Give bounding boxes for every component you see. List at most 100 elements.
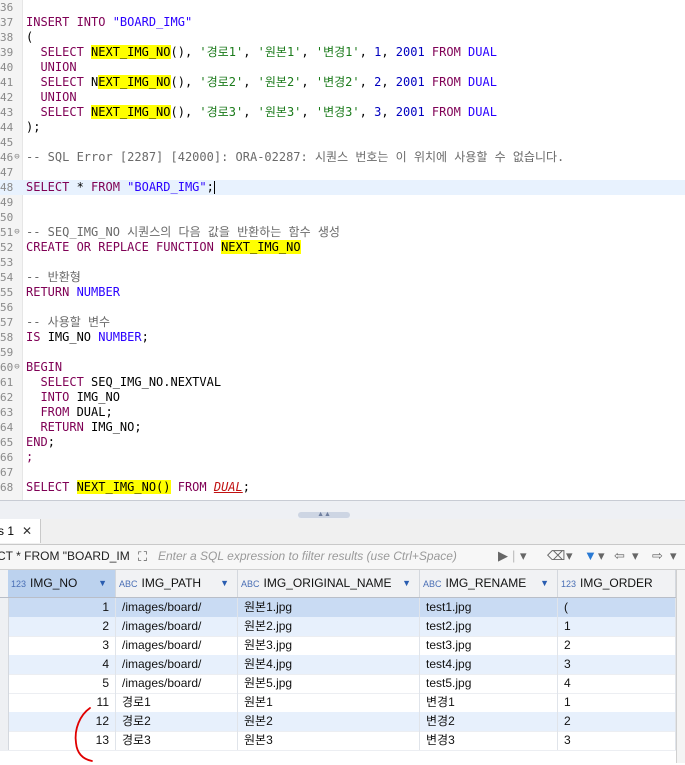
code-line[interactable]: 47 <box>0 165 685 180</box>
table-cell[interactable]: 1 <box>8 598 116 617</box>
code-line[interactable]: 51 ⊖ -- SEQ_IMG_NO 시퀀스의 다음 값을 반환하는 함수 생성 <box>0 225 685 240</box>
table-cell[interactable]: test2.jpg <box>420 617 558 636</box>
table-cell[interactable]: 경로1 <box>116 693 238 712</box>
splitter-grip-icon[interactable]: ▲▲ <box>298 511 350 518</box>
table-cell[interactable]: 원본2.jpg <box>238 617 420 636</box>
fold-icon[interactable]: ⊖ <box>13 360 21 375</box>
code-line[interactable]: 42 UNION <box>0 90 685 105</box>
filter-input[interactable]: Enter a SQL expression to filter results… <box>158 547 488 566</box>
table-cell[interactable]: 원본2 <box>238 712 420 731</box>
table-cell[interactable]: /images/board/ <box>116 674 238 693</box>
table-cell[interactable]: 원본1 <box>238 693 420 712</box>
table-cell[interactable]: test3.jpg <box>420 636 558 655</box>
code-line[interactable]: 40 UNION <box>0 60 685 75</box>
table-row[interactable]: 3/images/board/원본3.jpg test3.jpg 2 <box>0 636 685 656</box>
dropdown-icon[interactable]: ▾ <box>632 548 639 564</box>
code-line[interactable]: 65 END; <box>0 435 685 450</box>
table-cell[interactable]: 3 <box>8 636 116 655</box>
dropdown-icon[interactable]: ▾ <box>566 548 573 564</box>
sql-editor[interactable]: 36 37 INSERT INTO "BOARD_IMG" 38 (39 SELECT … <box>0 0 685 500</box>
table-row[interactable]: 2/images/board/원본2.jpg test2.jpg 1 <box>0 617 685 637</box>
code-line[interactable]: 48 SELECT * FROM "BOARD_IMG"; <box>0 180 685 195</box>
code-line[interactable]: 60 ⊖ BEGIN <box>0 360 685 375</box>
table-cell[interactable]: 2 <box>8 617 116 636</box>
column-header-img-no[interactable]: 123 IMG_NO ▼ <box>8 570 116 597</box>
fold-icon[interactable]: ⊖ <box>13 225 21 240</box>
table-cell[interactable]: 5 <box>8 674 116 693</box>
dropdown-icon[interactable]: ▾ <box>670 548 677 564</box>
column-header-img-rename[interactable]: ABC IMG_RENAME ▼ <box>420 570 558 597</box>
table-cell[interactable]: /images/board/ <box>116 598 238 617</box>
code-line[interactable]: 53 <box>0 255 685 270</box>
table-row[interactable]: 4/images/board/원본4.jpg test4.jpg 3 <box>0 655 685 675</box>
code-line[interactable]: 44); <box>0 120 685 135</box>
dropdown-icon[interactable]: ▾ <box>598 548 605 564</box>
table-cell[interactable]: 경로2 <box>116 712 238 731</box>
close-icon[interactable]: ✕ <box>22 519 32 543</box>
code-line[interactable]: 46 ⊖ -- SQL Error [2287] [42000]: ORA-0228… <box>0 150 685 165</box>
dropdown-icon[interactable]: ▾ <box>520 548 527 564</box>
table-cell[interactable]: 변경1 <box>420 693 558 712</box>
code-line[interactable]: 41 SELECT NEXT_IMG_NO(), '경로2', '원본2', '… <box>0 75 685 90</box>
table-cell[interactable]: 3 <box>558 731 676 750</box>
code-line[interactable]: 68 SELECT NEXT_IMG_NO() FROM DUAL; <box>0 480 685 495</box>
side-panel-toolbar[interactable] <box>676 570 685 763</box>
results-grid[interactable]: 123 IMG_NO ▼ ABC IMG_PATH ▼ ABC IMG_ORIGINAL_… <box>0 570 685 763</box>
play-icon[interactable]: ▶ <box>498 548 508 564</box>
table-cell[interactable]: /images/board/ <box>116 655 238 674</box>
code-line[interactable]: 45 <box>0 135 685 150</box>
code-line[interactable]: 54 -- 반환형 <box>0 270 685 285</box>
table-cell[interactable]: 3 <box>558 655 676 674</box>
table-cell[interactable]: 원본5.jpg <box>238 674 420 693</box>
table-row[interactable]: 13 경로3 원본3 변경3 3 <box>0 731 685 751</box>
table-row[interactable]: 1/images/board/원본1.jpg test1.jpg( <box>0 598 685 618</box>
column-header-img-path[interactable]: ABC IMG_PATH ▼ <box>116 570 238 597</box>
code-line[interactable]: 64 RETURN IMG_NO; <box>0 420 685 435</box>
table-cell[interactable]: 4 <box>8 655 116 674</box>
panel-splitter[interactable]: ▲▲ <box>0 500 685 520</box>
table-cell[interactable]: 1 <box>558 617 676 636</box>
code-line[interactable]: 50 <box>0 210 685 225</box>
code-line[interactable]: 59 <box>0 345 685 360</box>
expand-icon[interactable]: ⛶ <box>138 549 147 565</box>
code-line[interactable]: 52 CREATE OR REPLACE FUNCTION NEXT_IMG_NO <box>0 240 685 255</box>
table-cell[interactable]: 변경2 <box>420 712 558 731</box>
table-cell[interactable]: /images/board/ <box>116 636 238 655</box>
eraser-icon[interactable]: ⌫ <box>547 548 565 564</box>
table-cell[interactable]: 4 <box>558 674 676 693</box>
code-line[interactable]: 43 SELECT NEXT_IMG_NO(), '경로3', '원본3', '… <box>0 105 685 120</box>
code-line[interactable]: 49 <box>0 195 685 210</box>
table-cell[interactable]: 원본3 <box>238 731 420 750</box>
code-line[interactable]: 39 SELECT NEXT_IMG_NO(), '경로1', '원본1', '… <box>0 45 685 60</box>
table-cell[interactable]: 2 <box>558 712 676 731</box>
forward-arrow-icon[interactable]: ⇨ <box>652 548 663 564</box>
code-line[interactable]: 38 ( <box>0 30 685 45</box>
back-arrow-icon[interactable]: ⇦ <box>614 548 625 564</box>
code-line[interactable]: 37 INSERT INTO "BOARD_IMG" <box>0 15 685 30</box>
code-line[interactable]: 62 INTO IMG_NO <box>0 390 685 405</box>
table-cell[interactable]: 2 <box>558 636 676 655</box>
code-line[interactable]: 56 <box>0 300 685 315</box>
tab-results-1[interactable]: s 1 ✕ <box>0 519 41 543</box>
table-cell[interactable]: 원본1.jpg <box>238 598 420 617</box>
table-cell[interactable]: 경로3 <box>116 731 238 750</box>
code-line[interactable]: 58 IS IMG_NO NUMBER; <box>0 330 685 345</box>
table-cell[interactable]: 1 <box>558 693 676 712</box>
code-line[interactable]: 66; <box>0 450 685 465</box>
table-cell[interactable]: 원본3.jpg <box>238 636 420 655</box>
table-row[interactable]: 5/images/board/원본5.jpg test5.jpg 4 <box>0 674 685 694</box>
table-cell[interactable]: 원본4.jpg <box>238 655 420 674</box>
fold-icon[interactable]: ⊖ <box>13 150 21 165</box>
table-row[interactable]: 11 경로1 원본1 변경1 1 <box>0 693 685 713</box>
table-cell[interactable]: test5.jpg <box>420 674 558 693</box>
sort-arrow-icon[interactable]: ▼ <box>220 570 229 597</box>
sort-arrow-icon[interactable]: ▼ <box>402 570 411 597</box>
column-header-img-order[interactable]: 123 IMG_ORDER <box>558 570 676 597</box>
table-cell[interactable]: test4.jpg <box>420 655 558 674</box>
table-cell[interactable]: 변경3 <box>420 731 558 750</box>
code-line[interactable]: 63 FROM DUAL; <box>0 405 685 420</box>
code-line[interactable]: 36 <box>0 0 685 15</box>
table-cell[interactable]: /images/board/ <box>116 617 238 636</box>
code-line[interactable]: 61 SELECT SEQ_IMG_NO.NEXTVAL <box>0 375 685 390</box>
sort-arrow-icon[interactable]: ▼ <box>98 570 107 597</box>
